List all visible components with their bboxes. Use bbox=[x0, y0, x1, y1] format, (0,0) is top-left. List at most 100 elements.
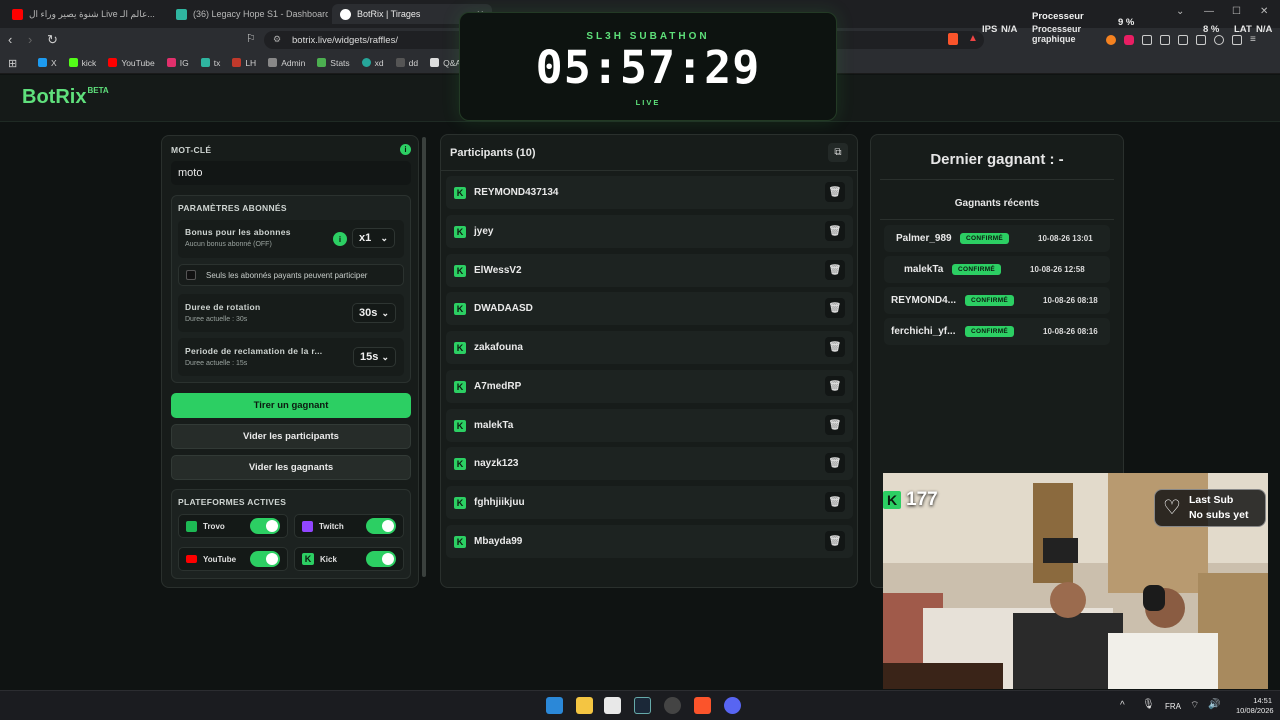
app-icon[interactable] bbox=[604, 697, 621, 714]
bookmark-item[interactable]: Q&A bbox=[430, 58, 461, 68]
bookmark-item[interactable]: Stats bbox=[317, 57, 350, 68]
bonus-multiplier-select[interactable]: x1 ⌄ bbox=[352, 228, 395, 248]
trash-icon[interactable]: 🗑 bbox=[825, 260, 845, 280]
dd-icon bbox=[395, 58, 405, 67]
admin-icon bbox=[268, 58, 278, 67]
clock[interactable]: 14:51 10/08/2026 bbox=[1236, 696, 1274, 716]
bookmark-item[interactable]: tx bbox=[200, 58, 220, 68]
brave-icon[interactable] bbox=[694, 697, 711, 714]
microphone-icon[interactable]: 🎙 bbox=[1142, 699, 1155, 710]
kick-icon: K bbox=[302, 553, 314, 565]
puzzle-icon[interactable] bbox=[1142, 35, 1152, 45]
youtube-toggle[interactable] bbox=[250, 551, 280, 567]
bookmark-item[interactable]: IG bbox=[166, 58, 189, 68]
kick-toggle[interactable] bbox=[366, 551, 396, 567]
steam-icon[interactable] bbox=[634, 697, 651, 714]
bookmark-item[interactable]: kick bbox=[68, 58, 96, 68]
rotation-select[interactable]: 30s ⌄ bbox=[352, 303, 396, 323]
extension-icon[interactable] bbox=[1106, 35, 1116, 45]
twitch-toggle[interactable] bbox=[366, 518, 396, 534]
paid-subs-only-checkbox[interactable]: Seuls les abonnés payants peuvent partic… bbox=[178, 264, 404, 286]
bookmark-label: YouTube bbox=[121, 57, 155, 68]
checkbox-label: Seuls les abonnés payants peuvent partic… bbox=[206, 270, 368, 280]
perf-lat-value: N/A bbox=[1256, 24, 1273, 35]
sidebar-icon[interactable] bbox=[1178, 35, 1188, 45]
participant-name: nayzk123 bbox=[474, 458, 519, 469]
participant-name: A7medRP bbox=[474, 381, 522, 392]
browser-tab[interactable]: (36) Legacy Hope S1 - Dashboard bbox=[168, 4, 328, 24]
bookmark-item[interactable]: Admin bbox=[268, 58, 305, 68]
apps-grid-icon[interactable]: ⊞ bbox=[8, 57, 17, 70]
vpn-icon[interactable] bbox=[1214, 35, 1224, 45]
trash-icon[interactable]: 🗑 bbox=[825, 376, 845, 396]
obs-icon[interactable] bbox=[664, 697, 681, 714]
music-icon[interactable] bbox=[1160, 35, 1170, 45]
twitch-icon bbox=[302, 520, 313, 532]
trash-icon[interactable]: 🗑 bbox=[825, 182, 845, 202]
chevron-up-icon[interactable]: ^ bbox=[1120, 700, 1125, 711]
bookmark-icon[interactable]: ⚐ bbox=[246, 32, 256, 45]
bookmark-item[interactable]: dd bbox=[395, 58, 418, 68]
shield-icon[interactable] bbox=[1232, 35, 1242, 45]
date: 10/08/2026 bbox=[1236, 706, 1274, 715]
wallet-icon[interactable] bbox=[1196, 35, 1206, 45]
minimize-icon[interactable]: — bbox=[1204, 6, 1214, 17]
clear-participants-button[interactable]: Vider les participants bbox=[171, 424, 411, 449]
brave-shield-icon[interactable] bbox=[948, 33, 958, 45]
language-indicator[interactable]: FRA bbox=[1165, 702, 1181, 711]
checkbox-icon bbox=[186, 270, 196, 280]
participant-row: KmalekTa 🗑 bbox=[446, 409, 853, 442]
kick-icon: K bbox=[454, 380, 466, 393]
trash-icon[interactable]: 🗑 bbox=[825, 531, 845, 551]
info-icon[interactable]: i bbox=[333, 232, 347, 246]
browser-tab[interactable]: شنوة يصير وراء ال Live عالم الـ... bbox=[4, 4, 164, 24]
bookmark-label: LH bbox=[245, 57, 257, 68]
keyword-input[interactable]: moto bbox=[171, 161, 411, 185]
bookmark-item[interactable]: LH bbox=[232, 58, 256, 68]
participants-title: Participants (10) bbox=[450, 147, 536, 159]
menu-icon[interactable]: ≡ bbox=[1250, 35, 1256, 47]
botrix-logo[interactable]: BotRixBETA bbox=[22, 86, 109, 109]
draw-winner-button[interactable]: Tirer un gagnant bbox=[171, 393, 411, 418]
forward-icon[interactable]: › bbox=[28, 32, 32, 47]
info-icon[interactable]: i bbox=[400, 144, 411, 155]
maximize-icon[interactable]: ☐ bbox=[1232, 6, 1241, 17]
bookmark-label: Stats bbox=[330, 57, 350, 68]
back-icon[interactable]: ‹ bbox=[8, 32, 12, 47]
settings-scrollbar[interactable] bbox=[422, 137, 426, 577]
chevron-down-icon[interactable]: ⌄ bbox=[1176, 6, 1184, 17]
trash-icon[interactable]: 🗑 bbox=[825, 453, 845, 473]
site-info-icon[interactable]: ⚙ bbox=[273, 34, 281, 45]
kick-icon: K bbox=[454, 225, 466, 238]
subathon-timer: 05:57:29 bbox=[535, 41, 761, 94]
platform-kick: K Kick bbox=[294, 547, 404, 571]
rewards-icon[interactable]: ▲ bbox=[968, 33, 978, 44]
trash-icon[interactable]: 🗑 bbox=[825, 492, 845, 512]
participant-name: fghhjiikjuu bbox=[474, 497, 525, 508]
recent-winner-row: malekTa CONFIRMÉ 10-08-26 12:58 bbox=[884, 256, 1110, 283]
file-explorer-icon[interactable] bbox=[576, 697, 593, 714]
wifi-icon[interactable]: ⌔ bbox=[1190, 699, 1199, 712]
trash-icon[interactable]: 🗑 bbox=[825, 337, 845, 357]
kick-icon: K bbox=[454, 419, 466, 432]
copy-icon[interactable]: ⧉ bbox=[828, 143, 848, 162]
trash-icon[interactable]: 🗑 bbox=[825, 298, 845, 318]
participant-name: REYMOND437134 bbox=[474, 187, 559, 198]
kick-icon: K bbox=[454, 302, 466, 315]
bookmark-item[interactable]: YouTube bbox=[108, 57, 155, 68]
speaker-icon[interactable]: 🔊 bbox=[1208, 699, 1220, 710]
close-window-icon[interactable]: ✕ bbox=[1260, 6, 1268, 17]
clear-winners-button[interactable]: Vider les gagnants bbox=[171, 455, 411, 480]
discord-icon[interactable] bbox=[724, 697, 741, 714]
windows-start-icon[interactable] bbox=[546, 697, 563, 714]
reload-icon[interactable]: ↻ bbox=[47, 32, 58, 48]
trovo-toggle[interactable] bbox=[250, 518, 280, 534]
bookmark-item[interactable]: X bbox=[38, 58, 57, 68]
winner-name: ferchichi_yf... bbox=[891, 326, 956, 337]
bookmark-item[interactable]: xd bbox=[361, 58, 384, 68]
extension-icon[interactable] bbox=[1124, 35, 1134, 45]
trash-icon[interactable]: 🗑 bbox=[825, 221, 845, 241]
trash-icon[interactable]: 🗑 bbox=[825, 415, 845, 435]
participant-name: ElWessV2 bbox=[474, 265, 522, 276]
claim-period-select[interactable]: 15s ⌄ bbox=[353, 347, 396, 367]
